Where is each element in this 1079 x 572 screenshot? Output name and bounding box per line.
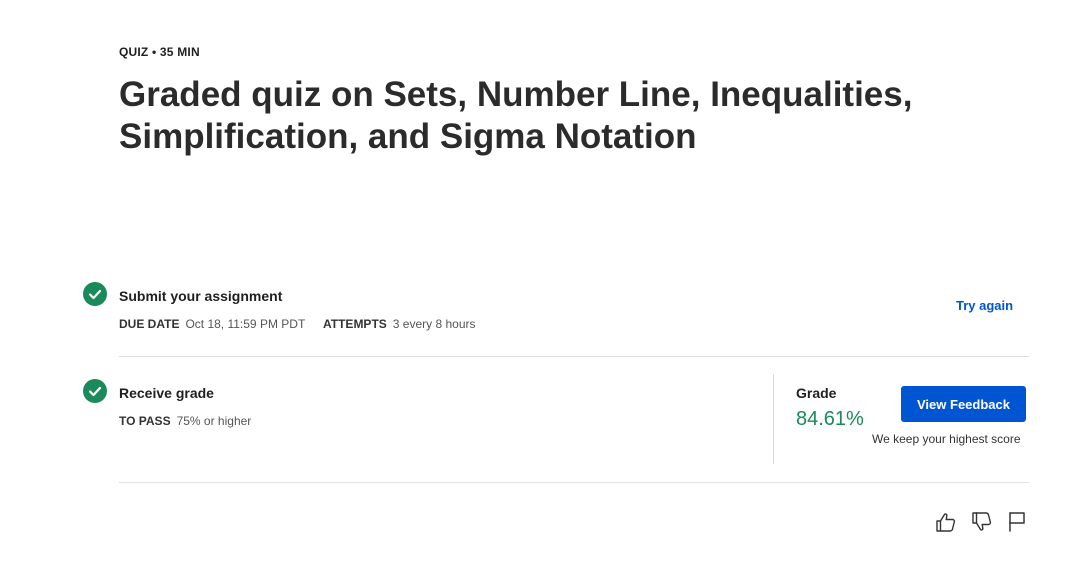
to-pass-value: 75% or higher (176, 414, 252, 428)
check-circle-icon (83, 379, 107, 403)
quiz-page: QUIZ • 35 MIN Graded quiz on Sets, Numbe… (0, 0, 1079, 572)
highest-score-note: We keep your highest score (872, 432, 1021, 446)
attempts: ATTEMPTS 3 every 8 hours (323, 317, 476, 331)
divider (119, 482, 1029, 483)
grade-label: Grade (796, 385, 837, 401)
attempts-label: ATTEMPTS (323, 317, 387, 331)
grade-divider (773, 374, 774, 464)
thumbs-up-icon[interactable] (934, 510, 958, 534)
due-date: DUE DATE Oct 18, 11:59 PM PDT (119, 317, 305, 331)
due-date-value: Oct 18, 11:59 PM PDT (185, 317, 306, 331)
thumbs-down-icon[interactable] (970, 510, 994, 534)
to-pass: TO PASS 75% or higher (119, 414, 251, 428)
view-feedback-button[interactable]: View Feedback (901, 386, 1026, 422)
quiz-meta: QUIZ • 35 MIN (119, 45, 200, 59)
try-again-link[interactable]: Try again (956, 298, 1013, 313)
divider (119, 356, 1029, 357)
due-date-label: DUE DATE (119, 317, 180, 331)
check-circle-icon (83, 282, 107, 306)
flag-icon[interactable] (1006, 510, 1030, 534)
receive-step-title: Receive grade (119, 385, 214, 401)
to-pass-label: TO PASS (119, 414, 171, 428)
grade-value: 84.61% (796, 408, 864, 430)
attempts-value: 3 every 8 hours (392, 317, 476, 331)
submit-step-title: Submit your assignment (119, 288, 283, 304)
page-title: Graded quiz on Sets, Number Line, Inequa… (119, 75, 913, 156)
